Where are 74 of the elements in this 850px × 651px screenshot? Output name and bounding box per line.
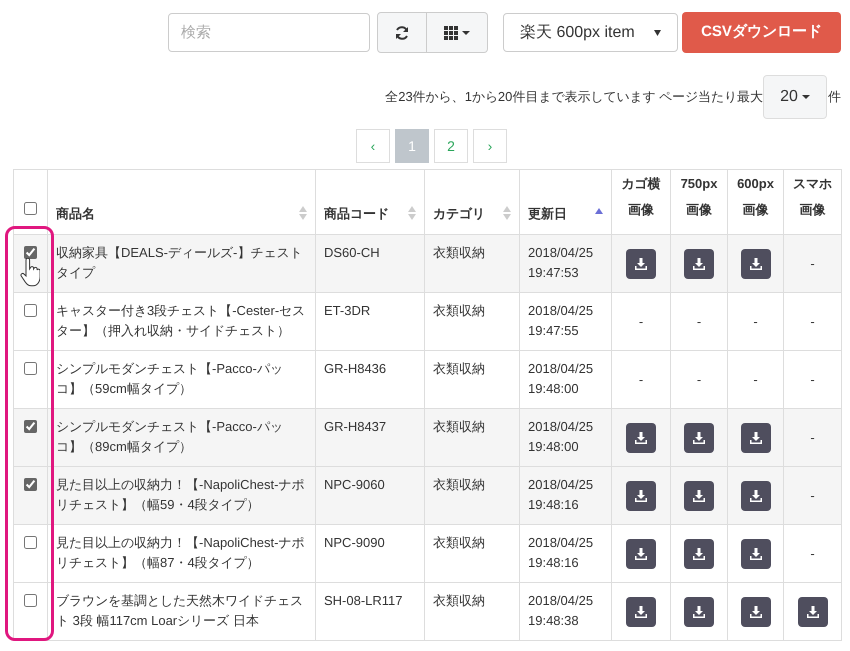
hand-cursor-icon xyxy=(20,258,40,288)
download-icon xyxy=(635,490,647,502)
caret-icon xyxy=(802,95,810,99)
updated-date: 2018/04/25 19:48:38 xyxy=(520,582,612,640)
download-icon xyxy=(750,432,762,444)
download-icon xyxy=(750,606,762,618)
download-button[interactable] xyxy=(684,248,714,278)
download-icon xyxy=(635,548,647,560)
download-icon xyxy=(750,490,762,502)
empty-value: - xyxy=(638,372,644,387)
row-checkbox[interactable] xyxy=(24,536,37,549)
download-icon xyxy=(635,432,647,444)
row-checkbox[interactable] xyxy=(24,594,37,607)
download-icon xyxy=(806,606,818,618)
download-button[interactable] xyxy=(626,480,656,510)
row-checkbox[interactable] xyxy=(24,304,37,317)
columns-button[interactable] xyxy=(427,12,488,53)
download-button[interactable] xyxy=(626,596,656,626)
download-icon xyxy=(750,258,762,270)
category-cell: 衣類収納 xyxy=(424,582,520,640)
product-code: SH-08-LR117 xyxy=(316,582,424,640)
download-icon xyxy=(635,606,647,618)
download-button[interactable] xyxy=(798,596,828,626)
empty-value: - xyxy=(696,314,702,329)
refresh-icon xyxy=(394,24,410,40)
refresh-button[interactable] xyxy=(377,12,427,53)
download-icon xyxy=(635,258,647,270)
download-icon xyxy=(693,548,705,560)
empty-value: - xyxy=(753,314,758,329)
grid-icon xyxy=(444,26,458,40)
row-checkbox[interactable] xyxy=(24,246,37,259)
column-header[interactable]: 商品コード xyxy=(324,204,389,223)
row-checkbox[interactable] xyxy=(24,478,37,491)
download-button[interactable] xyxy=(740,596,770,626)
row-checkbox[interactable] xyxy=(24,362,37,375)
caret-icon xyxy=(654,30,661,36)
empty-value: - xyxy=(810,314,815,329)
column-header[interactable]: 商品名 xyxy=(56,204,95,223)
view-select[interactable]: 楽天 600px item xyxy=(503,13,678,52)
empty-value: - xyxy=(810,488,815,503)
empty-value: - xyxy=(753,372,758,387)
download-icon xyxy=(693,606,705,618)
search-field[interactable]: 検索 xyxy=(168,13,370,52)
product-name: ブラウンを基調とした天然木ワイドチェスト 3段 幅117cm Loarシリーズ 日本 xyxy=(48,582,316,640)
download-icon xyxy=(693,258,705,270)
download-icon xyxy=(693,432,705,444)
download-button[interactable] xyxy=(626,538,656,568)
download-button[interactable] xyxy=(740,538,770,568)
empty-value: - xyxy=(696,372,702,387)
empty-value: - xyxy=(810,430,815,445)
download-button[interactable] xyxy=(684,538,714,568)
download-button[interactable] xyxy=(626,422,656,452)
empty-value: - xyxy=(638,314,644,329)
select-all-checkbox[interactable] xyxy=(24,202,37,214)
download-button[interactable] xyxy=(626,248,656,278)
download-button[interactable] xyxy=(684,480,714,510)
empty-value: - xyxy=(810,546,815,561)
empty-value: - xyxy=(810,256,815,271)
download-icon xyxy=(750,548,762,560)
download-button[interactable] xyxy=(684,596,714,626)
download-button[interactable] xyxy=(684,422,714,452)
row-checkbox[interactable] xyxy=(24,420,37,433)
column-header[interactable]: 更新日 xyxy=(528,204,567,223)
empty-value: - xyxy=(810,372,815,387)
caret-icon xyxy=(462,30,470,34)
download-button[interactable] xyxy=(740,248,770,278)
download-icon xyxy=(693,490,705,502)
page-size-button[interactable]: 20 xyxy=(763,75,827,119)
csv-download-button[interactable]: CSVダウンロード xyxy=(682,12,841,53)
download-button[interactable] xyxy=(740,422,770,452)
download-button[interactable] xyxy=(740,480,770,510)
column-header[interactable]: カテゴリ xyxy=(433,204,485,223)
pagination-info: 全23件から、1から20件目まで表示しています ページ当たり最大 xyxy=(385,88,763,106)
unit-label: 件 xyxy=(828,88,841,106)
